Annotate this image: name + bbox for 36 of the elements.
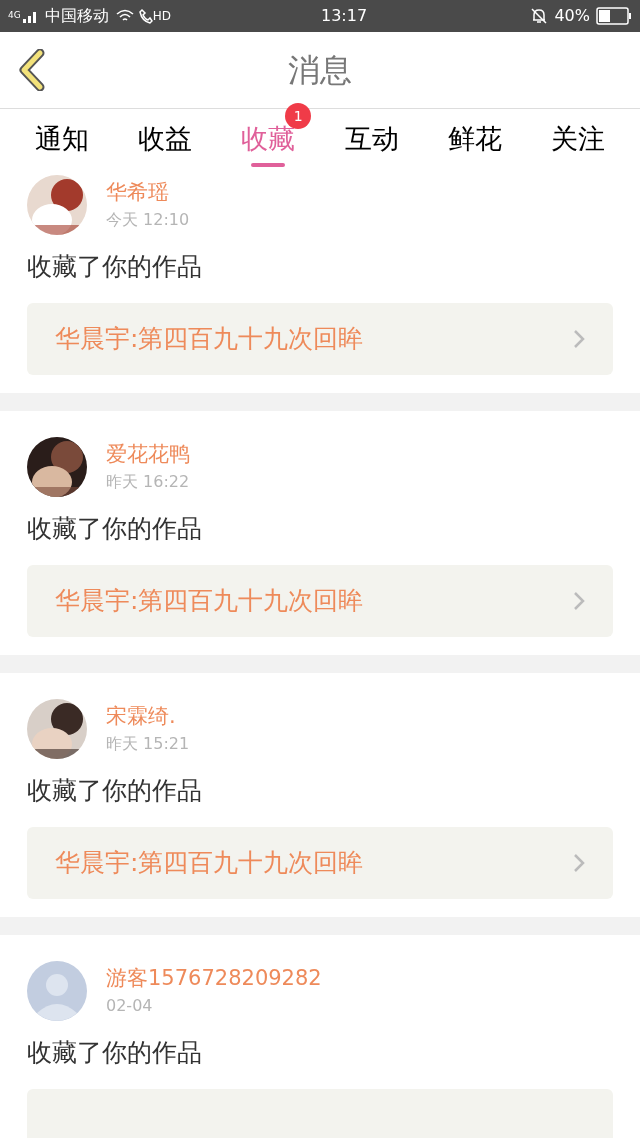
tab[interactable]: 通知 — [34, 109, 89, 169]
tab[interactable]: 收益 — [138, 109, 192, 169]
clock: 13:17 — [320, 5, 368, 27]
phone-icon — [138, 8, 153, 24]
tab[interactable]: 鲜花 — [447, 109, 502, 169]
work-link[interactable]: 华晨宇:第四百九十九次回眸 — [27, 303, 613, 375]
avatar-silhouette-icon — [27, 961, 87, 1021]
work-link[interactable]: 华晨宇:第四百九十九次回眸 — [27, 565, 613, 637]
battery-label: 40% — [554, 5, 590, 27]
message-text: 收藏了你的作品 — [27, 251, 203, 283]
tab-underline — [251, 163, 286, 167]
user-name[interactable]: 华希瑶 — [106, 177, 190, 207]
work-link[interactable]: 华晨宇:第四百九十九次回眸 — [27, 827, 613, 899]
call-label: HD — [152, 8, 171, 25]
chevron-icon — [573, 853, 585, 873]
tab[interactable]: 互动 — [344, 109, 399, 169]
page-title: 消息 — [288, 50, 352, 91]
network-label: 4G — [8, 9, 21, 23]
user-name[interactable]: 爱花花鸭 — [106, 439, 190, 469]
battery-icon — [596, 7, 632, 25]
carrier-label: 中国移动 — [44, 5, 109, 27]
back-icon — [18, 49, 46, 91]
bell-muted-icon — [530, 7, 549, 25]
message-text: 收藏了你的作品 — [27, 1037, 203, 1069]
user-name[interactable]: 游客1576728209282 — [106, 963, 322, 993]
message-time: 昨天 15:21 — [106, 733, 190, 755]
user-name[interactable]: 宋霖绮. — [106, 701, 190, 731]
tab[interactable]: 关注 — [551, 109, 606, 169]
chevron-icon — [573, 591, 585, 611]
message-time: 02-04 — [106, 995, 154, 1017]
chevron-icon — [573, 329, 585, 349]
message-time: 昨天 16:22 — [106, 471, 190, 493]
message-text: 收藏了你的作品 — [27, 513, 203, 545]
message-text: 收藏了你的作品 — [27, 775, 203, 807]
message-time: 今天 12:10 — [106, 209, 190, 231]
signal-icon — [22, 9, 39, 23]
